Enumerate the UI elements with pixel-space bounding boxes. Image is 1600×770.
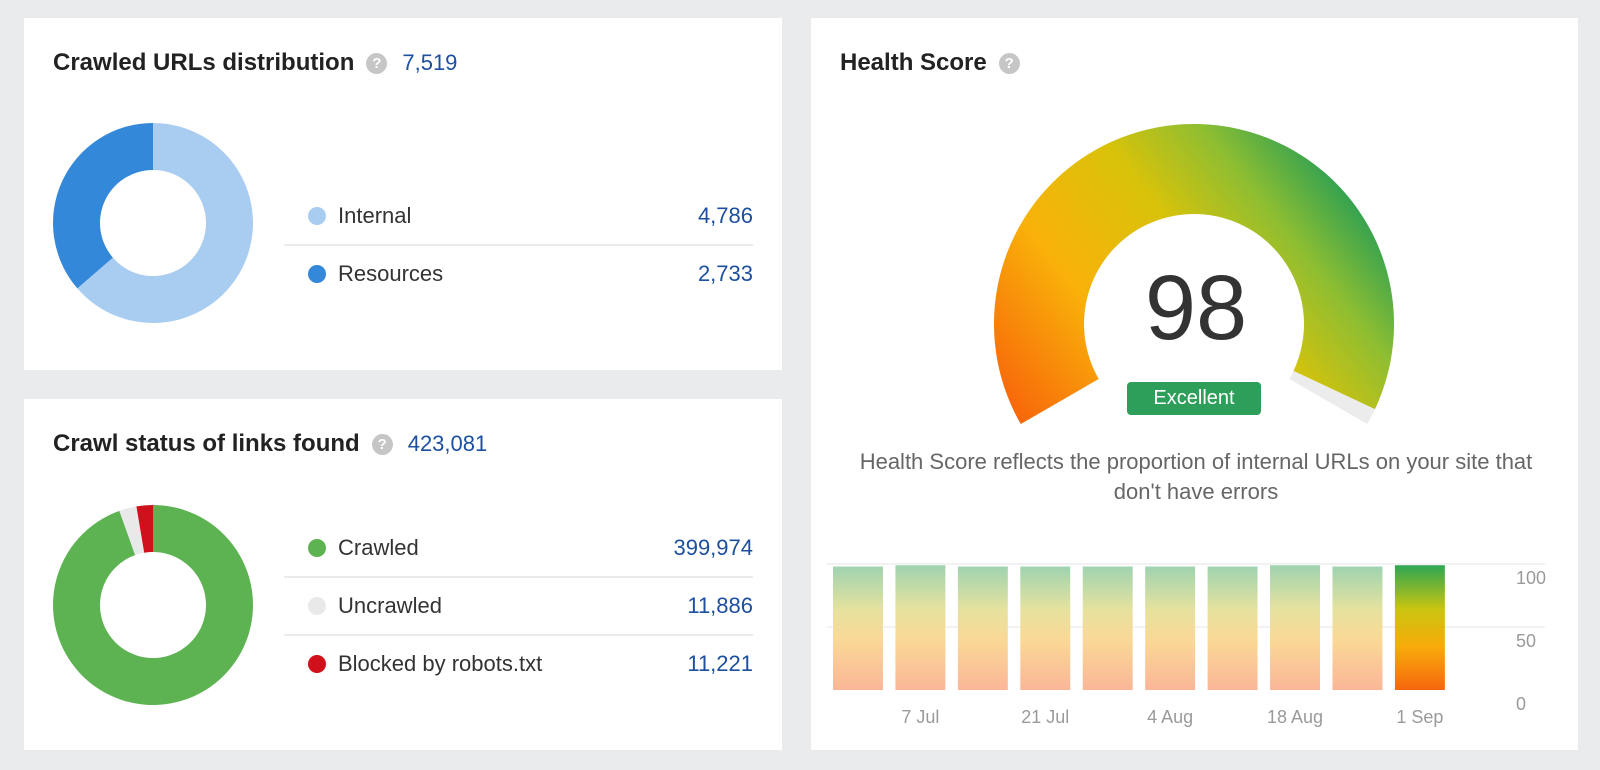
history-bar[interactable] xyxy=(1145,566,1196,690)
crawl-status-legend: Crawled 399,974 Uncrawled 11,886 Blocked… xyxy=(284,520,753,692)
history-bar[interactable] xyxy=(1082,566,1133,690)
crawled-urls-card: Crawled URLs distribution ? 7,519 Intern… xyxy=(24,18,782,370)
x-tick-label: 1 Sep xyxy=(1396,707,1443,727)
legend-value-internal[interactable]: 4,786 xyxy=(698,203,753,229)
legend-row-crawled[interactable]: Crawled 399,974 xyxy=(284,520,753,576)
legend-dot-crawled xyxy=(308,539,326,557)
y-tick-label: 0 xyxy=(1516,694,1526,714)
crawl-status-card: Crawl status of links found ? 423,081 Cr… xyxy=(24,399,782,750)
x-tick-label: 4 Aug xyxy=(1147,707,1193,727)
crawled-urls-legend: Internal 4,786 Resources 2,733 xyxy=(284,188,753,302)
legend-value-uncrawled[interactable]: 11,886 xyxy=(687,593,753,619)
health-score-history-chart: 100 50 0 7 Jul 21 Jul 4 Aug 18 Aug 1 Sep xyxy=(827,563,1546,727)
health-score-card: Health Score ? 98 Excellent Health Score… xyxy=(811,18,1578,750)
legend-dot-blocked xyxy=(308,655,326,673)
crawl-status-donut-chart xyxy=(53,505,253,705)
x-tick-label: 18 Aug xyxy=(1267,707,1323,727)
history-bar[interactable] xyxy=(1270,565,1320,690)
legend-dot-resources xyxy=(308,265,326,283)
health-score-value: 98 xyxy=(1144,257,1248,359)
help-icon[interactable]: ? xyxy=(998,52,1020,74)
legend-row-uncrawled[interactable]: Uncrawled 11,886 xyxy=(284,576,753,634)
legend-label-blocked: Blocked by robots.txt xyxy=(338,651,543,676)
history-bar[interactable] xyxy=(833,566,883,690)
history-bar[interactable] xyxy=(1020,566,1071,690)
crawl-status-title: Crawl status of links found xyxy=(53,430,360,457)
legend-dot-uncrawled xyxy=(308,597,326,615)
history-bar[interactable] xyxy=(1394,565,1445,690)
crawl-status-header: Crawl status of links found ? 423,081 xyxy=(53,429,487,459)
help-icon[interactable]: ? xyxy=(371,433,393,455)
health-score-description: Health Score reflects the proportion of … xyxy=(859,449,1533,504)
legend-label-resources: Resources xyxy=(338,261,444,286)
history-bar[interactable] xyxy=(1207,566,1258,690)
donut-slice-resources[interactable] xyxy=(53,123,153,289)
legend-label-uncrawled: Uncrawled xyxy=(338,593,442,618)
legend-row-resources[interactable]: Resources 2,733 xyxy=(284,244,753,302)
y-tick-label: 50 xyxy=(1516,631,1536,651)
legend-row-internal[interactable]: Internal 4,786 xyxy=(284,188,753,244)
legend-value-resources[interactable]: 2,733 xyxy=(698,261,753,287)
crawl-status-total[interactable]: 423,081 xyxy=(408,431,488,457)
health-score-title: Health Score xyxy=(840,49,987,76)
history-bar[interactable] xyxy=(895,565,946,690)
help-icon[interactable]: ? xyxy=(366,52,388,74)
x-tick-label: 21 Jul xyxy=(1021,707,1069,727)
legend-value-crawled[interactable]: 399,974 xyxy=(673,535,753,561)
legend-row-blocked[interactable]: Blocked by robots.txt 11,221 xyxy=(284,634,753,692)
crawled-urls-title: Crawled URLs distribution xyxy=(53,49,355,76)
legend-label-internal: Internal xyxy=(338,203,412,228)
crawled-urls-header: Crawled URLs distribution ? 7,519 xyxy=(53,48,457,78)
crawled-urls-total[interactable]: 7,519 xyxy=(402,50,457,76)
x-tick-label: 7 Jul xyxy=(901,707,939,727)
legend-label-crawled: Crawled xyxy=(338,535,419,560)
legend-dot-internal xyxy=(308,207,326,225)
health-score-rating-badge: Excellent xyxy=(1127,382,1261,415)
history-bar[interactable] xyxy=(1332,566,1383,690)
y-tick-label: 100 xyxy=(1516,568,1546,588)
health-score-header: Health Score ? xyxy=(840,48,1020,78)
crawled-urls-donut-chart xyxy=(53,123,253,323)
history-bar[interactable] xyxy=(957,566,1008,690)
legend-value-blocked[interactable]: 11,221 xyxy=(687,651,753,677)
